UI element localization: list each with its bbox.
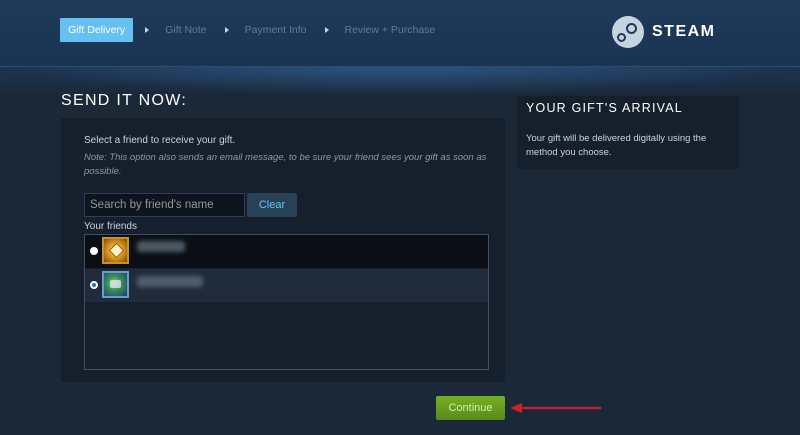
- gift-arrival-panel: YOUR GIFT'S ARRIVAL Your gift will be de…: [517, 96, 739, 169]
- send-it-now-heading: SEND IT NOW:: [61, 92, 188, 109]
- step-arrow-icon: [324, 27, 329, 33]
- friend-row[interactable]: [85, 269, 488, 302]
- step-review-purchase: Review + Purchase: [344, 24, 436, 36]
- steam-logo-text: STEAM: [652, 23, 716, 40]
- avatar: [102, 237, 129, 264]
- friend-radio[interactable]: [90, 247, 98, 255]
- friends-list[interactable]: [84, 234, 489, 370]
- select-friend-instruction: Select a friend to receive your gift.: [84, 135, 236, 146]
- avatar: [102, 271, 129, 298]
- email-note: Note: This option also sends an email me…: [84, 152, 487, 177]
- continue-button[interactable]: Continue: [436, 396, 505, 420]
- friend-radio-selected[interactable]: [90, 281, 98, 289]
- annotation-arrow-icon: [510, 403, 601, 413]
- blurred-friend-name: [137, 241, 185, 252]
- blurred-friend-name: [137, 276, 203, 287]
- gift-arrival-text: Your gift will be delivered digitally us…: [526, 133, 707, 158]
- steam-logo-icon: [612, 16, 644, 48]
- send-panel: Select a friend to receive your gift. No…: [61, 118, 505, 382]
- checkout-steps: Gift Delivery Gift Note Payment Info Rev…: [60, 18, 441, 42]
- steam-logo[interactable]: STEAM: [612, 16, 716, 48]
- step-arrow-icon: [145, 27, 150, 33]
- gift-arrival-heading: YOUR GIFT'S ARRIVAL: [526, 101, 683, 115]
- step-payment-info: Payment Info: [244, 24, 307, 36]
- friend-row[interactable]: [85, 235, 488, 268]
- your-friends-label: Your friends: [84, 221, 137, 232]
- friend-search-input[interactable]: [84, 193, 245, 217]
- gift-purchase-page: Gift Delivery Gift Note Payment Info Rev…: [0, 0, 800, 435]
- step-arrow-icon: [224, 27, 229, 33]
- clear-button[interactable]: Clear: [247, 193, 297, 217]
- step-gift-delivery[interactable]: Gift Delivery: [60, 18, 134, 42]
- header-divider: [0, 66, 800, 67]
- step-gift-note: Gift Note: [165, 24, 207, 36]
